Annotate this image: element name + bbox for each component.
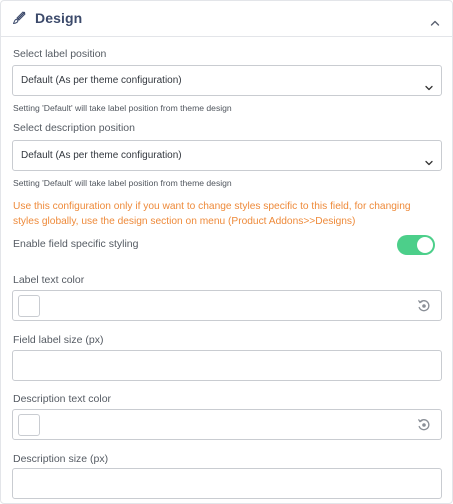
label-text-color-label: Label text color [13,274,85,286]
section-title: Design [35,10,83,26]
description-size-input[interactable] [12,468,442,499]
chevron-down-icon [425,78,433,91]
toggle-knob [417,237,433,253]
paintbrush-icon [12,11,26,25]
description-size-label: Description size (px) [13,453,109,465]
field-styling-toggle[interactable] [397,235,435,255]
description-position-select[interactable]: Default (As per theme configuration) [12,140,442,171]
chevron-up-icon[interactable] [430,14,440,26]
label-position-value: Default (As per theme configuration) [21,75,182,86]
reset-color-icon[interactable] [417,418,431,432]
label-text-color-picker[interactable] [12,290,442,321]
design-panel: Design Select label position Default (As… [0,0,453,504]
field-label-size-input[interactable] [12,350,442,381]
description-text-color-picker[interactable] [12,409,442,440]
label-position-label: Select label position [13,48,107,60]
field-label-size-label: Field label size (px) [13,334,104,346]
field-styling-label: Enable field specific styling [13,238,139,250]
label-position-select[interactable]: Default (As per theme configuration) [12,65,442,96]
color-swatch[interactable] [18,295,40,317]
color-swatch[interactable] [18,414,40,436]
reset-color-icon[interactable] [417,299,431,313]
chevron-down-icon [425,153,433,166]
design-section-header[interactable]: Design [1,1,452,37]
description-position-hint: Setting 'Default' will take label positi… [13,178,232,188]
description-position-label: Select description position [13,122,135,134]
description-text-color-label: Description text color [13,393,112,405]
description-position-value: Default (As per theme configuration) [21,150,182,161]
styling-notice: Use this configuration only if you want … [13,201,411,227]
label-position-hint: Setting 'Default' will take label positi… [13,103,232,113]
